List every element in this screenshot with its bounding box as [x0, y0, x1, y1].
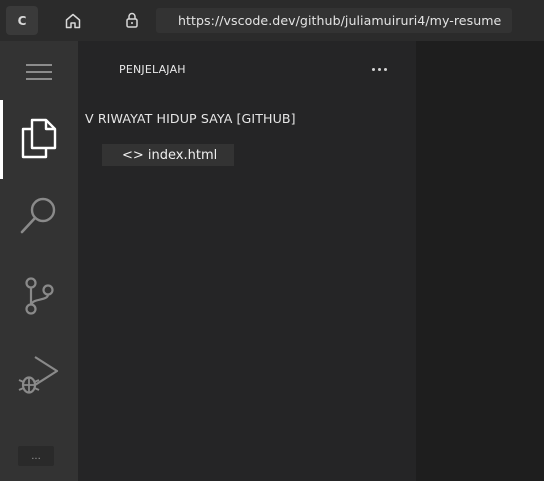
more-dot [383, 67, 387, 71]
tab-letter: C [17, 13, 27, 28]
more-dot [377, 67, 381, 71]
explorer-sidebar: PENJELAJAH V RIWAYAT HIDUP SAYA [GITHUB]… [78, 41, 416, 481]
tab-favicon[interactable]: C [6, 6, 38, 35]
explorer-button[interactable] [0, 103, 78, 173]
source-control-button[interactable] [0, 261, 78, 331]
file-item-index-html[interactable]: <> index.html [102, 144, 234, 166]
activity-bar: ... [0, 41, 78, 481]
more-actions-button[interactable] [366, 60, 392, 78]
accounts-button[interactable]: ... [18, 446, 54, 466]
home-icon [65, 13, 81, 29]
home-button[interactable] [58, 7, 88, 35]
accounts-label: ... [31, 450, 41, 462]
editor-area[interactable] [416, 41, 544, 481]
menu-button[interactable] [0, 37, 78, 107]
more-dot [371, 67, 375, 71]
files-icon [21, 118, 57, 159]
hamburger-icon [26, 64, 52, 80]
sidebar-title: PENJELAJAH [119, 63, 186, 76]
file-label: <> index.html [122, 147, 218, 163]
address-bar[interactable]: https://vscode.dev/github/juliamuiruri4/… [156, 8, 512, 33]
search-button[interactable] [0, 180, 78, 250]
run-debug-icon [18, 356, 59, 394]
lock-icon[interactable] [122, 10, 142, 30]
run-debug-button[interactable] [0, 340, 78, 410]
vscode-web-app: C https://vscode.dev/github/juliamuiruri… [0, 0, 544, 481]
browser-toolbar: C https://vscode.dev/github/juliamuiruri… [0, 0, 544, 41]
source-control-icon [25, 277, 54, 315]
search-icon [20, 197, 56, 234]
folder-header[interactable]: V RIWAYAT HIDUP SAYA [GITHUB] [85, 111, 296, 126]
url-text: https://vscode.dev/github/juliamuiruri4/… [178, 13, 502, 28]
